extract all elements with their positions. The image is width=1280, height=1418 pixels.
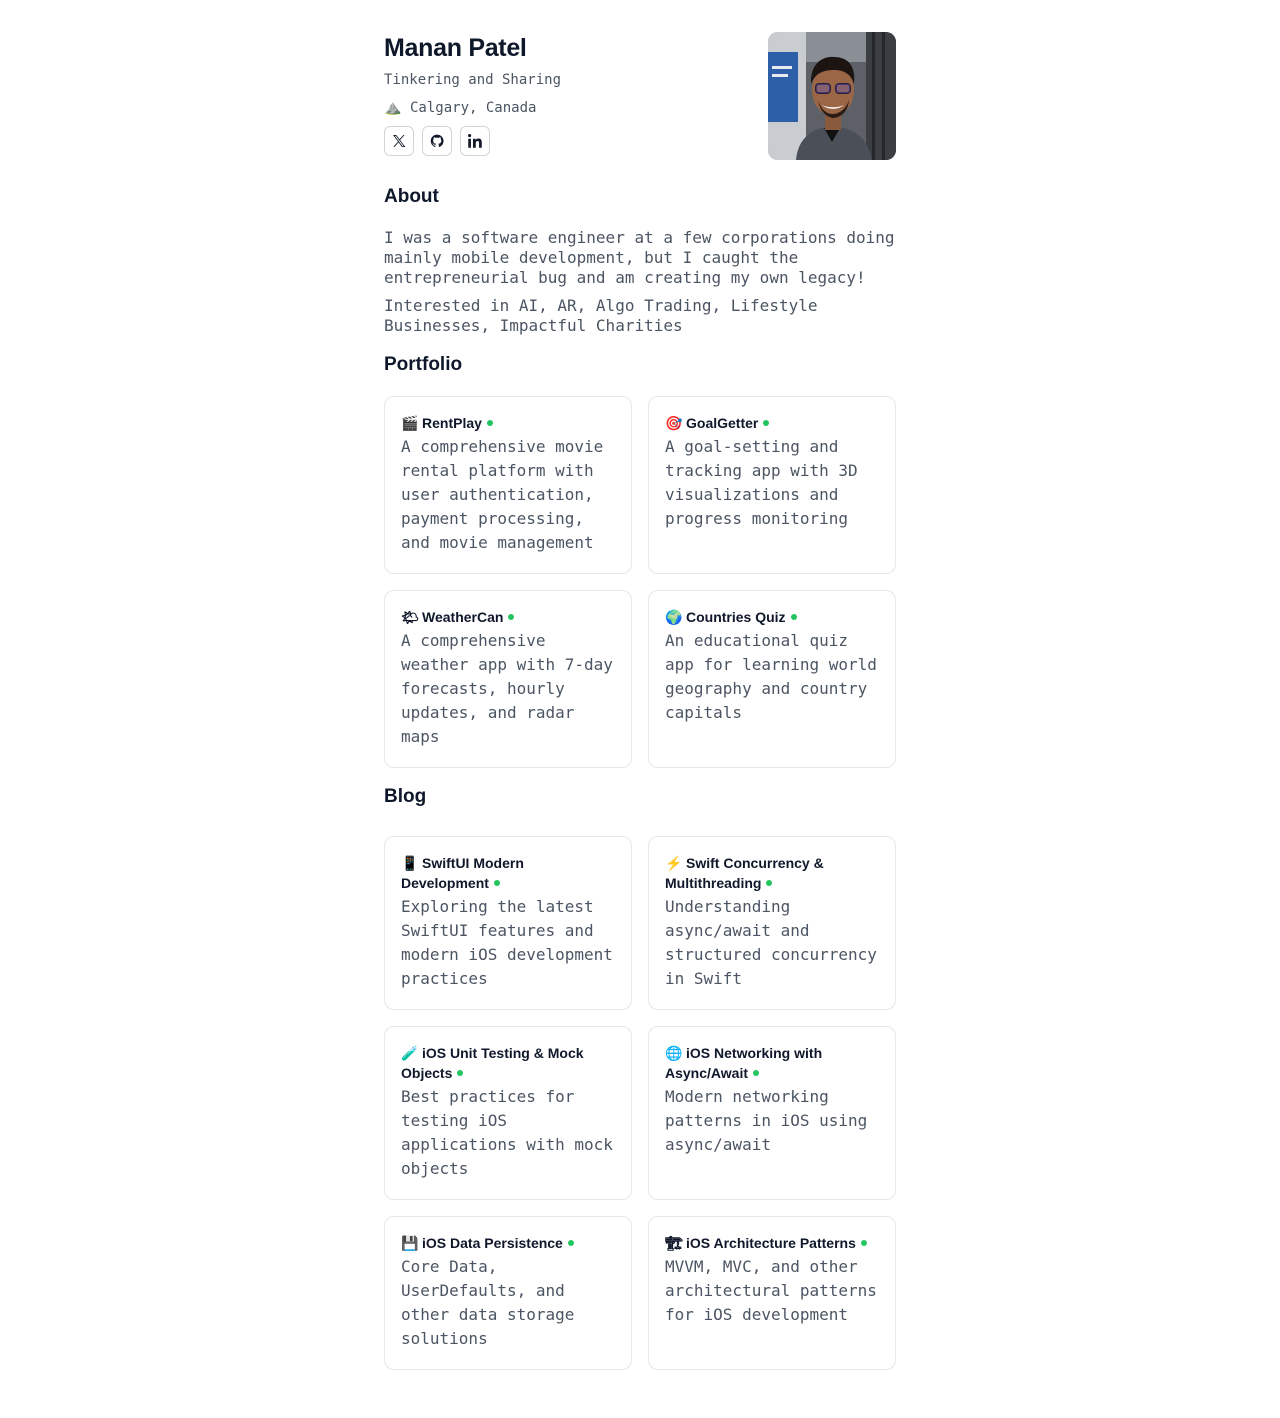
mountain-icon: ⛰️ xyxy=(384,100,402,116)
card-title: 🏗 iOS Architecture Patterns xyxy=(665,1233,879,1253)
floppy-disk-icon: 💾 xyxy=(401,1235,419,1251)
card-title-text: RentPlay xyxy=(422,415,482,431)
card-description: An educational quiz app for learning wor… xyxy=(665,631,877,722)
blog-card[interactable]: 📱 SwiftUI Modern Development Exploring th… xyxy=(384,836,632,1010)
about-heading: About xyxy=(384,186,439,207)
phone-icon: 📱 xyxy=(401,855,419,871)
card-title-text: iOS Architecture Patterns xyxy=(686,1235,856,1251)
social-links xyxy=(384,126,490,156)
profile-photo xyxy=(768,32,896,160)
card-title: 🌍 Countries Quiz xyxy=(665,607,879,627)
portfolio-card[interactable]: 🎯 GoalGetter A goal-setting and tracking … xyxy=(648,396,896,574)
clapperboard-icon: 🎬 xyxy=(401,415,419,431)
location-text: Calgary, Canada xyxy=(410,100,537,116)
blog-card[interactable]: 💾 iOS Data Persistence Core Data, UserDef… xyxy=(384,1216,632,1370)
blog-card[interactable]: 🧪 iOS Unit Testing & Mock Objects Best pr… xyxy=(384,1026,632,1200)
x-twitter-icon xyxy=(393,135,406,147)
card-title: 📱 SwiftUI Modern Development xyxy=(401,853,615,893)
status-dot xyxy=(567,1240,574,1247)
target-icon: 🎯 xyxy=(665,415,683,431)
card-title-text: Countries Quiz xyxy=(686,609,786,625)
x-twitter-link[interactable] xyxy=(384,126,414,156)
portfolio-card[interactable]: 🌍 Countries Quiz An educational quiz app … xyxy=(648,590,896,768)
card-title: 🎯 GoalGetter xyxy=(665,413,879,433)
linkedin-link[interactable] xyxy=(460,126,490,156)
card-title: ⚡ Swift Concurrency & Multithreading xyxy=(665,853,879,893)
card-description: Best practices for testing iOS applicati… xyxy=(401,1087,613,1178)
globe-grid-icon: 🌐 xyxy=(665,1045,683,1061)
lightning-icon: ⚡ xyxy=(665,855,683,871)
card-description: A comprehensive movie rental platform wi… xyxy=(401,437,604,552)
blog-card[interactable]: 🏗 iOS Architecture Patterns MVVM, MVC, an… xyxy=(648,1216,896,1370)
sun-cloud-icon: 🌤 xyxy=(401,609,419,625)
globe-icon: 🌍 xyxy=(665,609,683,625)
card-title: 🎬 RentPlay xyxy=(401,413,615,433)
linkedin-icon xyxy=(468,134,482,148)
card-description: Understanding async/await and structured… xyxy=(665,897,877,988)
blog-card[interactable]: 🌐 iOS Networking with Async/Await Modern … xyxy=(648,1026,896,1200)
blog-card[interactable]: ⚡ Swift Concurrency & Multithreading Unde… xyxy=(648,836,896,1010)
status-dot xyxy=(457,1070,464,1077)
card-title-text: GoalGetter xyxy=(686,415,759,431)
status-dot xyxy=(486,420,493,427)
about-interests: Interested in AI, AR, Algo Trading, Life… xyxy=(384,296,818,335)
card-title-text: Swift Concurrency & Multithreading xyxy=(665,855,824,891)
card-title: 🌐 iOS Networking with Async/Await xyxy=(665,1043,879,1083)
card-title-text: SwiftUI Modern Development xyxy=(401,855,524,891)
status-dot xyxy=(493,880,500,887)
status-dot xyxy=(860,1240,867,1247)
card-description: A goal-setting and tracking app with 3D … xyxy=(665,437,858,528)
profile-tagline: Tinkering and Sharing xyxy=(384,72,562,88)
avatar xyxy=(768,32,896,160)
construction-crane-icon: 🏗 xyxy=(665,1235,683,1251)
card-description: A comprehensive weather app with 7-day f… xyxy=(401,631,613,746)
status-dot xyxy=(790,614,797,621)
profile-name: Manan Patel xyxy=(384,34,527,62)
blog-heading: Blog xyxy=(384,786,427,807)
card-description: Exploring the latest SwiftUI features an… xyxy=(401,897,613,988)
portfolio-card[interactable]: 🎬 RentPlay A comprehensive movie rental p… xyxy=(384,396,632,574)
card-description: Core Data, UserDefaults, and other data … xyxy=(401,1257,575,1348)
status-dot xyxy=(508,614,515,621)
profile-location: ⛰️ Calgary, Canada xyxy=(384,100,536,116)
about-paragraph: I was a software engineer at a few corpo… xyxy=(384,228,895,287)
portfolio-card[interactable]: 🌤 WeatherCan A comprehensive weather app … xyxy=(384,590,632,768)
card-title-text: iOS Data Persistence xyxy=(422,1235,563,1251)
card-title-text: iOS Unit Testing & Mock Objects xyxy=(401,1045,584,1081)
github-link[interactable] xyxy=(422,126,452,156)
status-dot xyxy=(753,1070,759,1077)
card-title-text: iOS Networking with Async/Await xyxy=(665,1045,823,1081)
card-title: 💾 iOS Data Persistence xyxy=(401,1233,615,1253)
card-title-text: WeatherCan xyxy=(422,609,504,625)
test-tube-icon: 🧪 xyxy=(401,1045,419,1061)
status-dot xyxy=(763,420,770,427)
portfolio-heading: Portfolio xyxy=(384,354,463,375)
github-icon xyxy=(430,134,444,148)
card-description: Modern networking patterns in iOS using … xyxy=(665,1087,868,1154)
card-title: 🧪 iOS Unit Testing & Mock Objects xyxy=(401,1043,615,1083)
status-dot xyxy=(766,880,773,887)
card-title: 🌤 WeatherCan xyxy=(401,607,615,627)
card-description: MVVM, MVC, and other architectural patte… xyxy=(665,1257,877,1324)
